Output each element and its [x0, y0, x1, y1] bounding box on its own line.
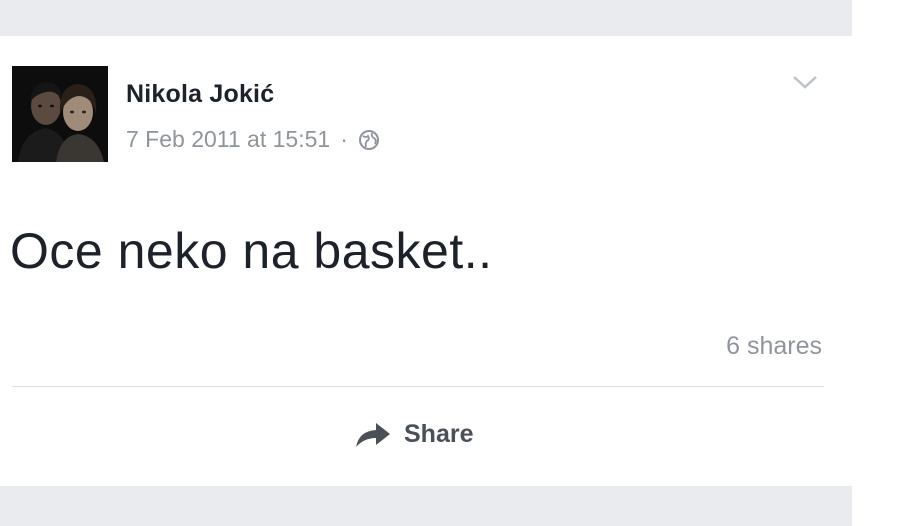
avatar[interactable] — [12, 66, 108, 162]
action-divider — [12, 386, 824, 387]
feed-background-bottom — [0, 486, 852, 526]
chevron-down-icon[interactable] — [790, 72, 820, 92]
share-arrow-icon — [356, 422, 390, 447]
post-timestamp[interactable]: 7 Feb 2011 at 15:51 — [126, 126, 330, 153]
post-message: Oce neko na basket.. — [10, 223, 493, 279]
shares-count[interactable]: 6 shares — [726, 332, 822, 361]
feed-background-top — [0, 0, 852, 36]
avatar-photo — [12, 66, 108, 162]
post-meta: 7 Feb 2011 at 15:51 · — [126, 126, 380, 153]
globe-icon[interactable] — [358, 129, 380, 151]
page-margin — [852, 0, 900, 526]
post-card: Nikola Jokić 7 Feb 2011 at 15:51 · Oce n… — [0, 36, 852, 486]
share-label: Share — [404, 420, 474, 448]
share-button[interactable]: Share — [354, 420, 473, 449]
meta-separator: · — [340, 126, 348, 152]
author-name[interactable]: Nikola Jokić — [126, 80, 274, 109]
